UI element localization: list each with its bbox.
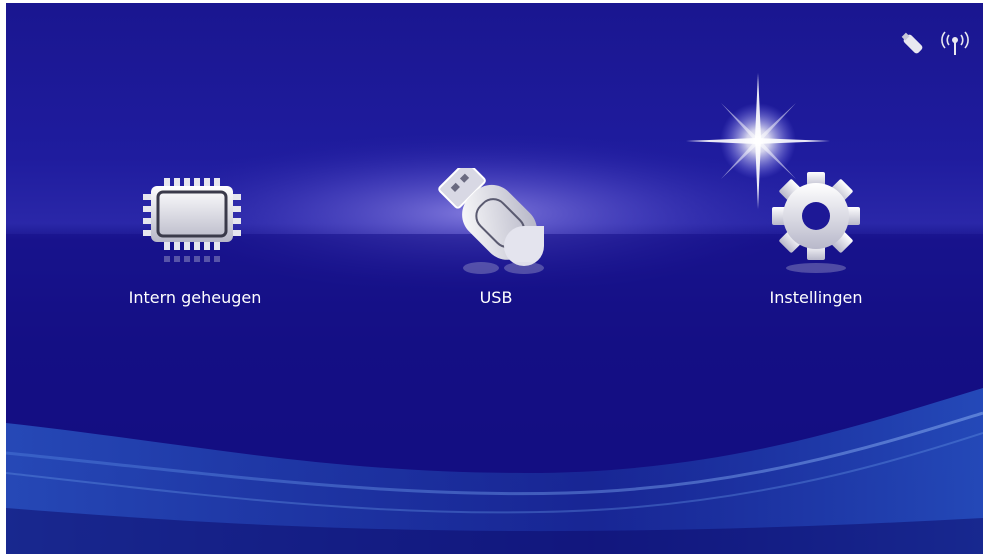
memory-chip-icon bbox=[143, 178, 241, 262]
home-screen: Intern geheugen USB Instellingen bbox=[6, 3, 983, 554]
wireless-signal-icon bbox=[941, 31, 969, 55]
menu-item-usb[interactable]: USB bbox=[386, 168, 606, 318]
usb-dongle-icon bbox=[901, 32, 923, 54]
menu-item-intern-geheugen[interactable]: Intern geheugen bbox=[85, 168, 305, 318]
gear-icon bbox=[772, 172, 860, 273]
menu-label-intern-geheugen: Intern geheugen bbox=[128, 288, 262, 307]
status-bar bbox=[899, 31, 969, 57]
menu-label-instellingen: Instellingen bbox=[769, 288, 863, 307]
usb-drive-icon bbox=[438, 168, 544, 274]
menu-label-usb: USB bbox=[479, 288, 513, 307]
menu-item-instellingen[interactable]: Instellingen bbox=[706, 168, 926, 318]
